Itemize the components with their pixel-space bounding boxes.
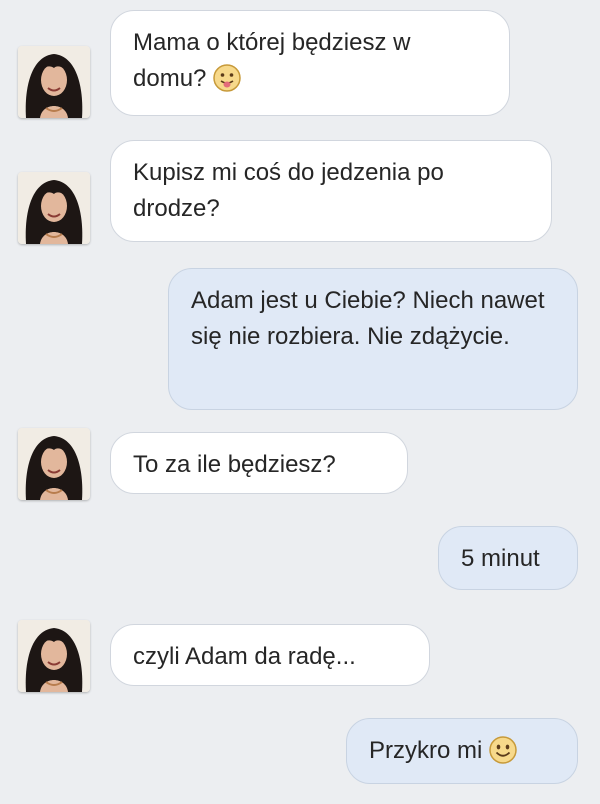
message-text: Przykro mi bbox=[369, 737, 483, 764]
message-text: 5 minut bbox=[461, 545, 540, 572]
avatar[interactable] bbox=[18, 172, 90, 244]
message-text: Kupisz mi coś do jedzenia po drodze? bbox=[133, 159, 444, 222]
avatar[interactable] bbox=[18, 46, 90, 118]
message-text: Adam jest u Ciebie? Niech nawet się nie … bbox=[191, 287, 545, 350]
message-text: czyli Adam da radę... bbox=[133, 643, 356, 670]
message-bubble[interactable]: Adam jest u Ciebie? Niech nawet się nie … bbox=[168, 268, 578, 410]
message-bubble[interactable]: czyli Adam da radę... bbox=[110, 624, 430, 686]
message-bubble[interactable]: 5 minut bbox=[438, 526, 578, 590]
avatar[interactable] bbox=[18, 620, 90, 692]
smile-emoji-icon bbox=[488, 735, 518, 765]
tongue-out-emoji-icon bbox=[212, 63, 242, 93]
message-text: To za ile będziesz? bbox=[133, 451, 336, 478]
avatar-photo bbox=[18, 428, 90, 500]
message-bubble[interactable]: Przykro mi bbox=[346, 718, 578, 784]
message-text: Mama o której będziesz w domu? bbox=[133, 29, 411, 92]
message-bubble[interactable]: Mama o której będziesz w domu? bbox=[110, 10, 510, 116]
avatar-photo bbox=[18, 46, 90, 118]
avatar[interactable] bbox=[18, 428, 90, 500]
avatar-photo bbox=[18, 172, 90, 244]
message-bubble[interactable]: To za ile będziesz? bbox=[110, 432, 408, 494]
avatar-photo bbox=[18, 620, 90, 692]
chat-thread: Mama o której będziesz w domu? Kupisz mi… bbox=[0, 0, 600, 804]
message-bubble[interactable]: Kupisz mi coś do jedzenia po drodze? bbox=[110, 140, 552, 242]
